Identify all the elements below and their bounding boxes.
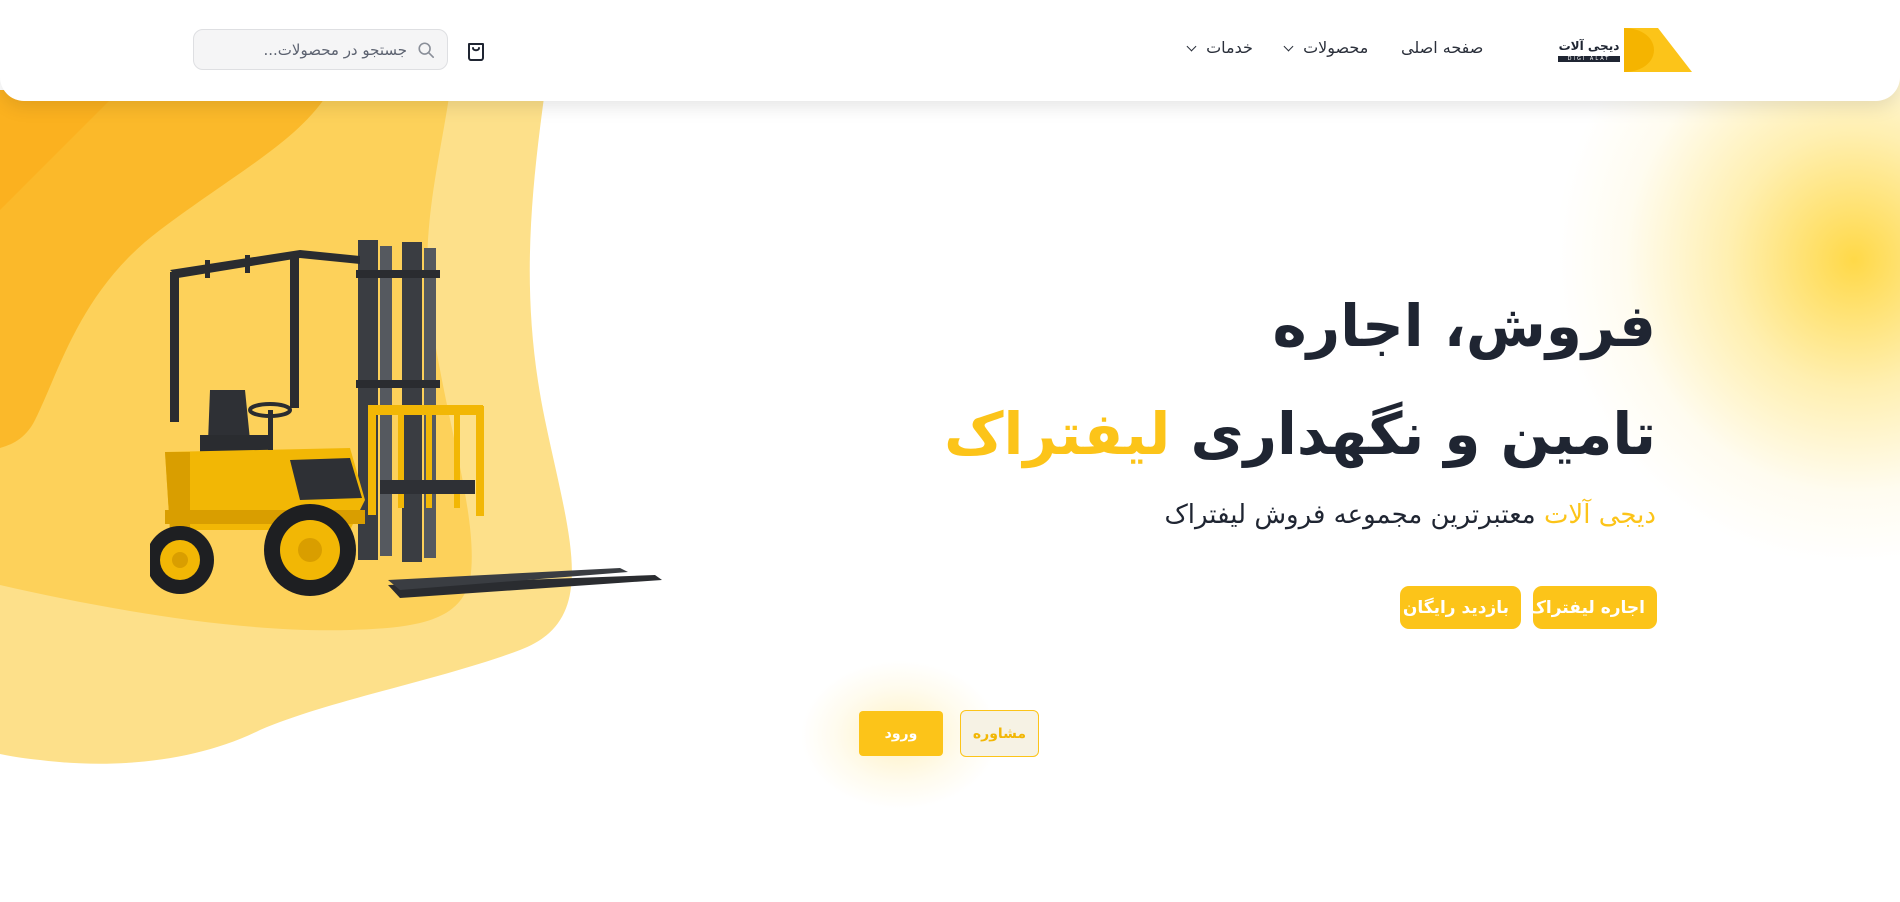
nav-item-services[interactable]: خدمات	[1186, 38, 1253, 57]
hero-subtitle-brand: دیجی آلات	[1543, 500, 1656, 530]
hero-section: فروش، اجاره تامین و نگهداری لیفتراک دیجی…	[896, 290, 1656, 530]
nav-item-label: خدمات	[1206, 38, 1253, 57]
hero-subtitle-text: معتبرترین مجموعه فروش لیفتراک	[1164, 500, 1544, 530]
logo-text: دیجی آلات	[1558, 39, 1620, 53]
site-logo[interactable]: دیجی آلات DIGI ALAT	[1558, 26, 1692, 74]
shopping-bag-icon[interactable]	[464, 38, 488, 62]
chevron-down-icon	[1186, 41, 1197, 52]
nav-item-label: صفحه اصلی	[1401, 38, 1484, 57]
hero-subtitle: دیجی آلات معتبرترین مجموعه فروش لیفتراک	[896, 500, 1656, 530]
search-box[interactable]	[193, 29, 448, 70]
page: دیجی آلات DIGI ALAT صفحه اصلی محصولات خد…	[0, 0, 1900, 902]
site-header: دیجی آلات DIGI ALAT صفحه اصلی محصولات خد…	[0, 0, 1900, 101]
hero-title-line2: تامین و نگهداری لیفتراک	[896, 398, 1656, 470]
hero-title-main: تامین و نگهداری	[1170, 400, 1656, 468]
nav-item-home[interactable]: صفحه اصلی	[1401, 38, 1483, 57]
search-icon[interactable]	[417, 41, 435, 59]
logo-subtitle: DIGI ALAT	[1558, 56, 1620, 62]
login-button[interactable]: ورود	[859, 711, 943, 756]
hero-title-line1: فروش، اجاره	[1272, 292, 1656, 360]
hero-title-accent: لیفتراک	[944, 400, 1171, 468]
nav-item-label: محصولات	[1303, 38, 1369, 57]
rent-forklift-button[interactable]: اجاره لیفتراک	[1528, 586, 1657, 629]
free-visit-button[interactable]: بازدید رایگان	[1400, 586, 1521, 629]
forklift-image	[150, 240, 662, 598]
chevron-down-icon	[1283, 41, 1294, 52]
search-input[interactable]	[215, 38, 409, 62]
nav-item-products[interactable]: محصولات	[1283, 38, 1369, 57]
consult-button[interactable]: مشاوره	[960, 710, 1039, 757]
